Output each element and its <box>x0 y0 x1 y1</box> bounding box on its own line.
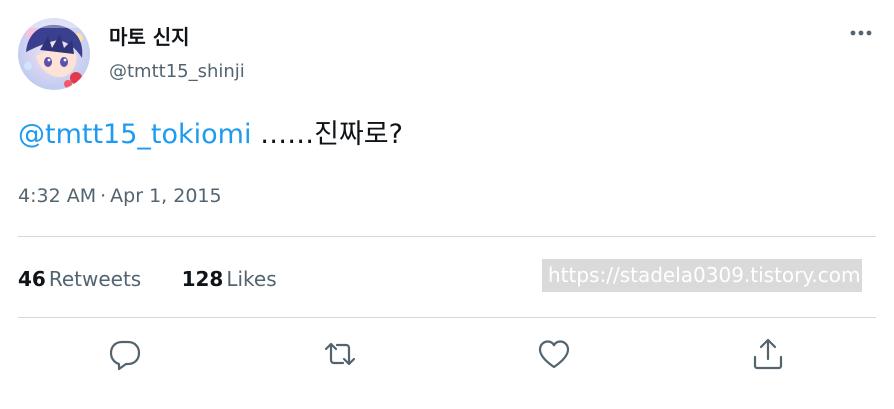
tweet-time: 4:32 AM <box>18 185 97 207</box>
retweet-icon <box>324 342 356 366</box>
tweet-text: @tmtt15_tokiomi ……진짜로? <box>18 116 403 154</box>
avatar-image <box>18 18 90 90</box>
user-handle[interactable]: @tmtt15_shinji <box>109 60 245 84</box>
reply-button[interactable] <box>107 336 143 372</box>
retweets-label: Retweets <box>48 267 142 291</box>
retweets-count: 46 <box>18 267 46 291</box>
display-name[interactable]: 마토 신지 <box>109 24 190 50</box>
retweets-stat[interactable]: 46 Retweets <box>18 265 141 293</box>
watermark: https://stadela0309.tistory.com <box>542 259 862 292</box>
avatar[interactable] <box>18 18 90 90</box>
heart-icon <box>538 340 570 369</box>
tweet-date: Apr 1, 2015 <box>110 185 222 207</box>
likes-label: Likes <box>226 267 277 291</box>
timestamp-separator: · <box>100 185 107 207</box>
more-options-button[interactable] <box>840 20 882 46</box>
mention-link[interactable]: @tmtt15_tokiomi <box>18 119 251 150</box>
tweet-body: ……진짜로? <box>251 119 403 150</box>
likes-stat[interactable]: 128 Likes <box>182 265 277 293</box>
timestamp[interactable]: 4:32 AM · Apr 1, 2015 <box>18 183 222 209</box>
share-icon <box>753 338 783 370</box>
retweet-button[interactable] <box>322 336 358 372</box>
divider <box>18 317 876 318</box>
reply-icon <box>109 340 141 371</box>
engagement-stats: 46 Retweets 128 Likes <box>18 265 277 293</box>
more-icon <box>850 30 872 36</box>
share-button[interactable] <box>750 336 786 372</box>
likes-count: 128 <box>181 267 224 291</box>
tweet-card: 마토 신지 @tmtt15_shinji @tmtt15_tokiomi ……진… <box>0 0 894 409</box>
divider <box>18 236 876 237</box>
like-button[interactable] <box>536 336 572 372</box>
